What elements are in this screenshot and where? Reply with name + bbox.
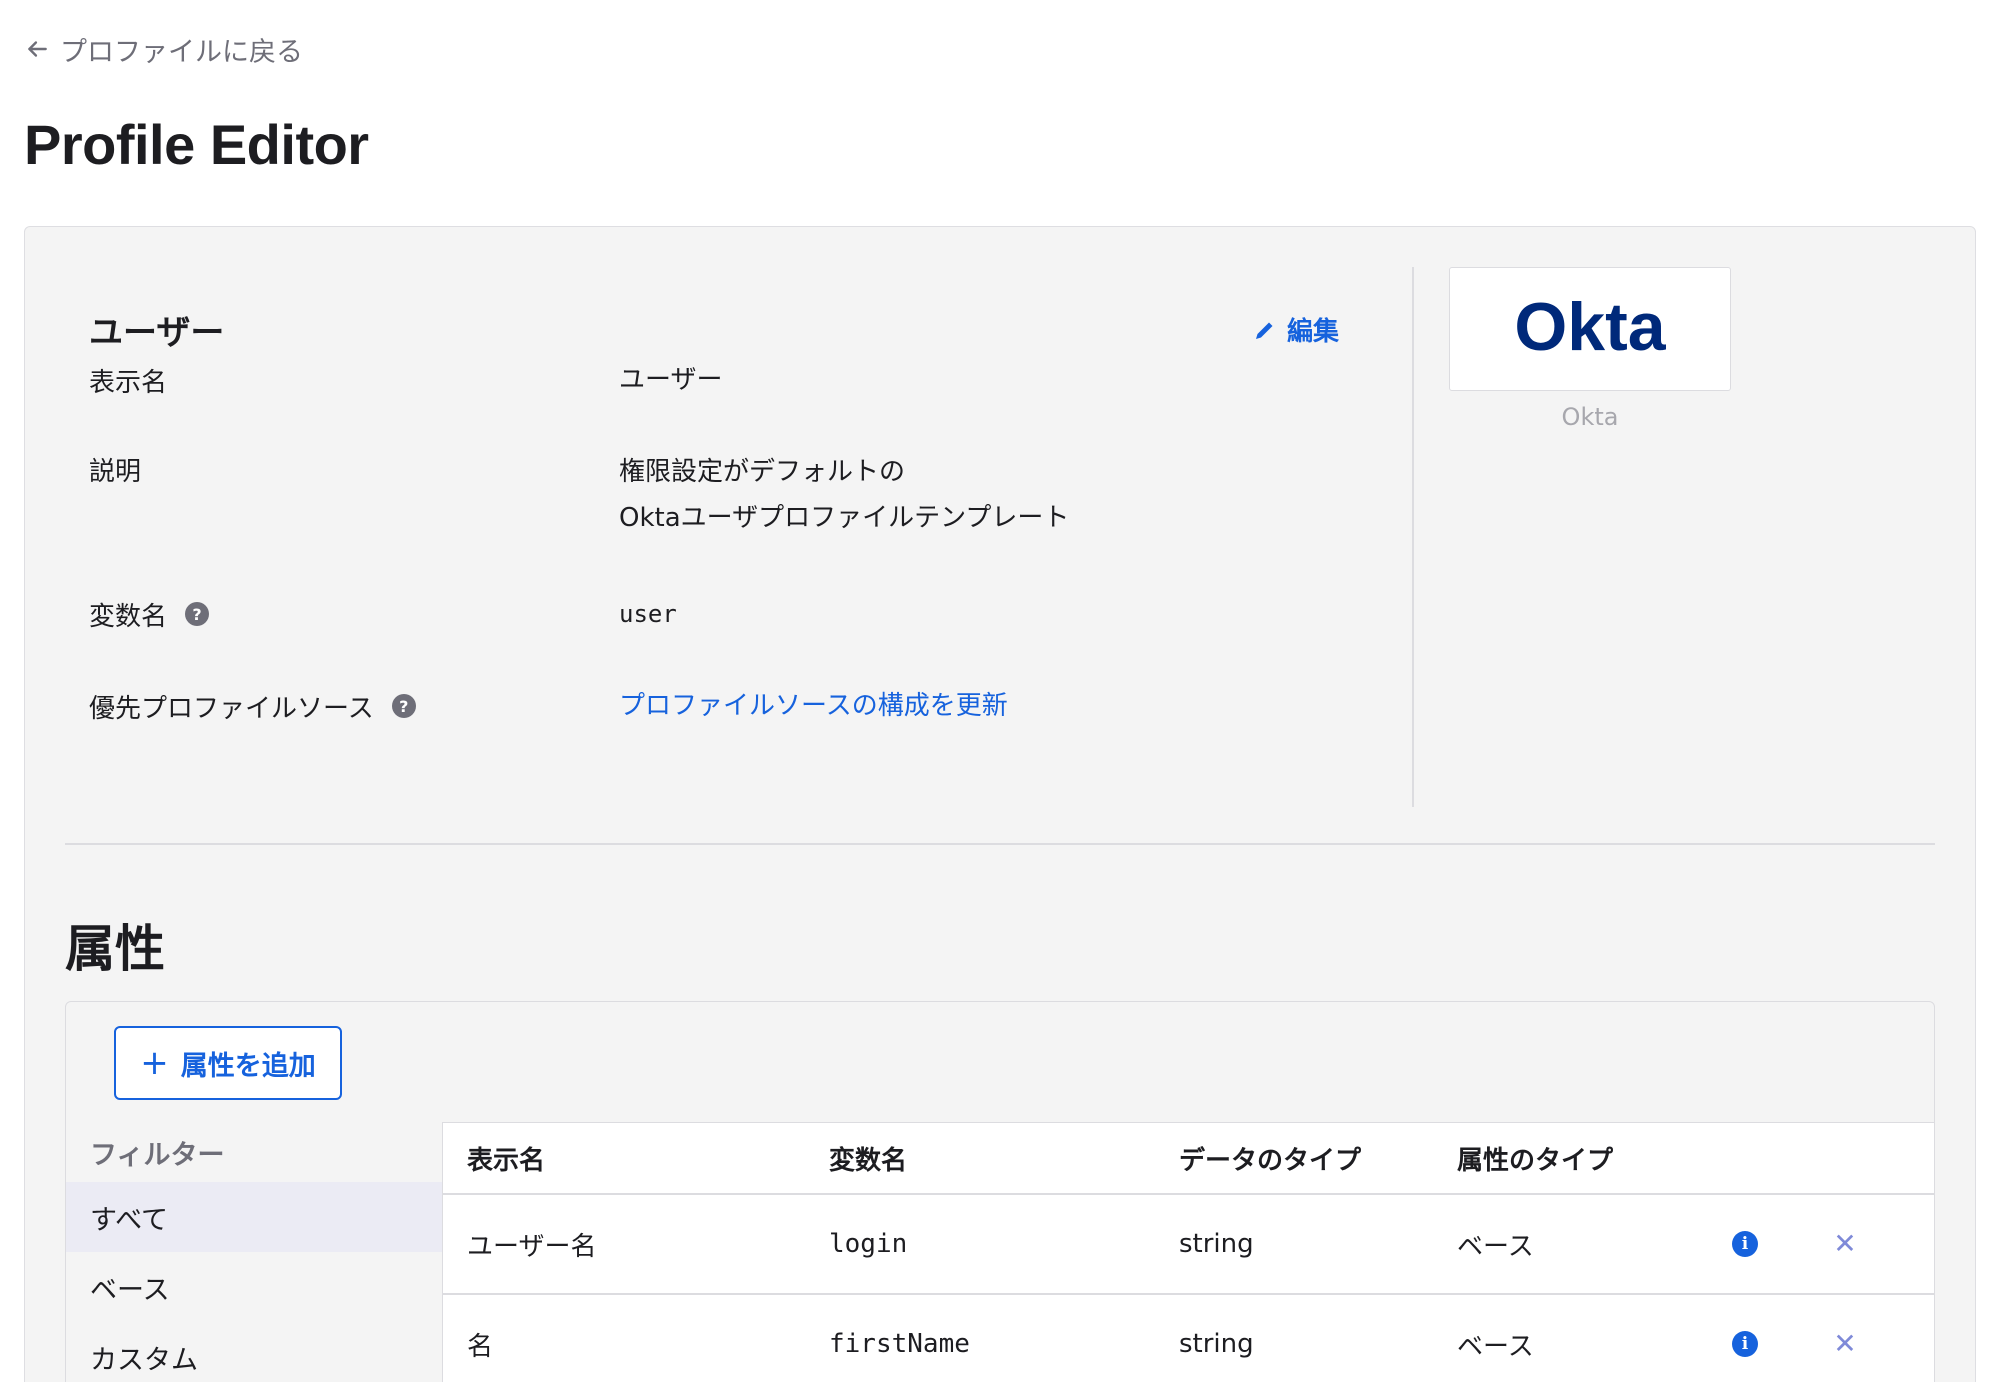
help-icon[interactable]: ? — [185, 602, 210, 626]
description-line-1: 権限設定がデフォルトの — [619, 457, 906, 487]
back-to-profile-link[interactable]: プロファイルに戻る — [24, 30, 303, 68]
filter-item-base[interactable]: ベース — [66, 1252, 442, 1322]
field-label-profile-source: 優先プロファイルソース — [89, 693, 374, 724]
okta-logo: Okta — [1449, 267, 1731, 391]
attributes-panel: + 属性を追加 フィルター すべて ベース カスタム 表示名 変数名 データのタ… — [65, 1001, 1935, 1382]
table-row: ユーザー名 login string ベース i ✕ — [443, 1195, 1934, 1295]
column-header-variable-name: 変数名 — [829, 1145, 908, 1176]
filter-item-custom[interactable]: カスタム — [66, 1322, 442, 1382]
field-value-variable-name: user — [619, 600, 677, 628]
add-attribute-label: 属性を追加 — [180, 1050, 316, 1082]
cell-variable-name: login — [829, 1229, 908, 1259]
filter-item-all[interactable]: すべて — [66, 1182, 442, 1252]
column-header-data-type: データのタイプ — [1179, 1145, 1362, 1176]
edit-button-label: 編集 — [1287, 317, 1340, 347]
cell-variable-name: firstName — [829, 1329, 970, 1359]
okta-logo-text: Okta — [1514, 294, 1666, 364]
field-value-display-name: ユーザー — [619, 365, 723, 395]
cell-data-type: string — [1179, 1329, 1254, 1359]
okta-logo-mark: Okta — [1514, 294, 1666, 364]
delete-button[interactable]: ✕ — [1783, 1330, 1883, 1358]
cell-display-name: ユーザー名 — [467, 1231, 597, 1262]
delete-button[interactable]: ✕ — [1783, 1230, 1883, 1258]
field-row-display-name: 表示名 ユーザー — [89, 357, 722, 403]
cell-attribute-type: ベース — [1457, 1331, 1534, 1362]
field-row-profile-source: 優先プロファイルソース ? プロファイルソースの構成を更新 — [89, 683, 1008, 729]
pencil-icon — [1256, 322, 1273, 339]
update-profile-source-link[interactable]: プロファイルソースの構成を更新 — [619, 683, 1008, 729]
logo-caption: Okta — [1561, 403, 1619, 431]
cell-data-type: string — [1179, 1229, 1254, 1259]
profile-panel: ユーザー 編集 表示名 ユーザー 説明 権限設定がデフォルトの Oktaユーザプ… — [24, 226, 1976, 1382]
close-icon: ✕ — [1833, 1227, 1857, 1260]
info-icon: i — [1732, 1231, 1758, 1257]
add-attribute-button[interactable]: + 属性を追加 — [114, 1026, 342, 1100]
vertical-divider — [1412, 267, 1414, 807]
close-icon: ✕ — [1833, 1327, 1857, 1360]
page-title: Profile Editor — [24, 113, 369, 176]
cell-attribute-type: ベース — [1457, 1231, 1534, 1262]
profile-section-title: ユーザー — [89, 313, 225, 353]
table-header: 表示名 変数名 データのタイプ 属性のタイプ — [443, 1123, 1934, 1195]
info-button[interactable]: i — [1683, 1331, 1783, 1357]
help-icon[interactable]: ? — [391, 694, 416, 718]
field-label-description: 説明 — [89, 457, 142, 487]
filter-heading: フィルター — [90, 1139, 225, 1171]
section-divider — [65, 843, 1935, 845]
info-button[interactable]: i — [1683, 1231, 1783, 1257]
field-row-description: 説明 権限設定がデフォルトの Oktaユーザプロファイルテンプレート — [89, 449, 1069, 541]
field-row-variable-name: 変数名 ? user — [89, 591, 677, 637]
field-value-description: 権限設定がデフォルトの Oktaユーザプロファイルテンプレート — [619, 449, 1069, 541]
cell-display-name: 名 — [467, 1331, 494, 1362]
back-link-label: プロファイルに戻る — [60, 36, 303, 68]
attributes-title: 属性 — [65, 920, 165, 978]
filter-sidebar: フィルター すべて ベース カスタム — [66, 1122, 442, 1382]
column-header-display-name: 表示名 — [467, 1145, 546, 1176]
arrow-left-icon — [28, 41, 47, 57]
column-header-attribute-type: 属性のタイプ — [1457, 1145, 1614, 1176]
field-label-display-name: 表示名 — [89, 367, 168, 398]
info-icon: i — [1732, 1331, 1758, 1357]
description-line-2: Oktaユーザプロファイルテンプレート — [619, 503, 1070, 533]
edit-button[interactable]: 編集 — [1253, 311, 1339, 348]
plus-icon: + — [140, 1043, 169, 1083]
attributes-table: 表示名 変数名 データのタイプ 属性のタイプ ユーザー名 login strin… — [442, 1122, 1934, 1382]
table-row: 名 firstName string ベース i ✕ — [443, 1295, 1934, 1382]
field-label-variable-name: 変数名 — [89, 601, 168, 632]
